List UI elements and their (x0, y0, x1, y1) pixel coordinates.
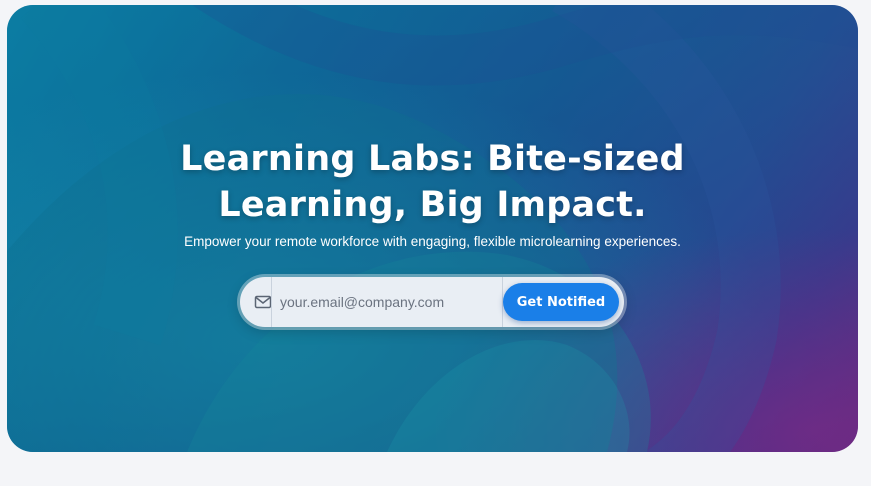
mail-icon (254, 293, 272, 311)
hero-subtitle: Empower your remote workforce with engag… (184, 234, 681, 249)
title-line-1: Learning Labs: Bite-sized (180, 139, 685, 179)
page-title: Learning Labs: Bite-sized Learning, Big … (7, 136, 858, 228)
input-divider (271, 277, 272, 327)
hero-banner: Learning Labs: Bite-sized Learning, Big … (7, 5, 858, 452)
email-input[interactable] (276, 286, 504, 318)
signup-form: Get Notified (240, 277, 624, 327)
title-line-2: Learning, Big Impact. (218, 185, 647, 225)
hero-content: Learning Labs: Bite-sized Learning, Big … (7, 5, 858, 452)
get-notified-button[interactable]: Get Notified (503, 283, 619, 321)
